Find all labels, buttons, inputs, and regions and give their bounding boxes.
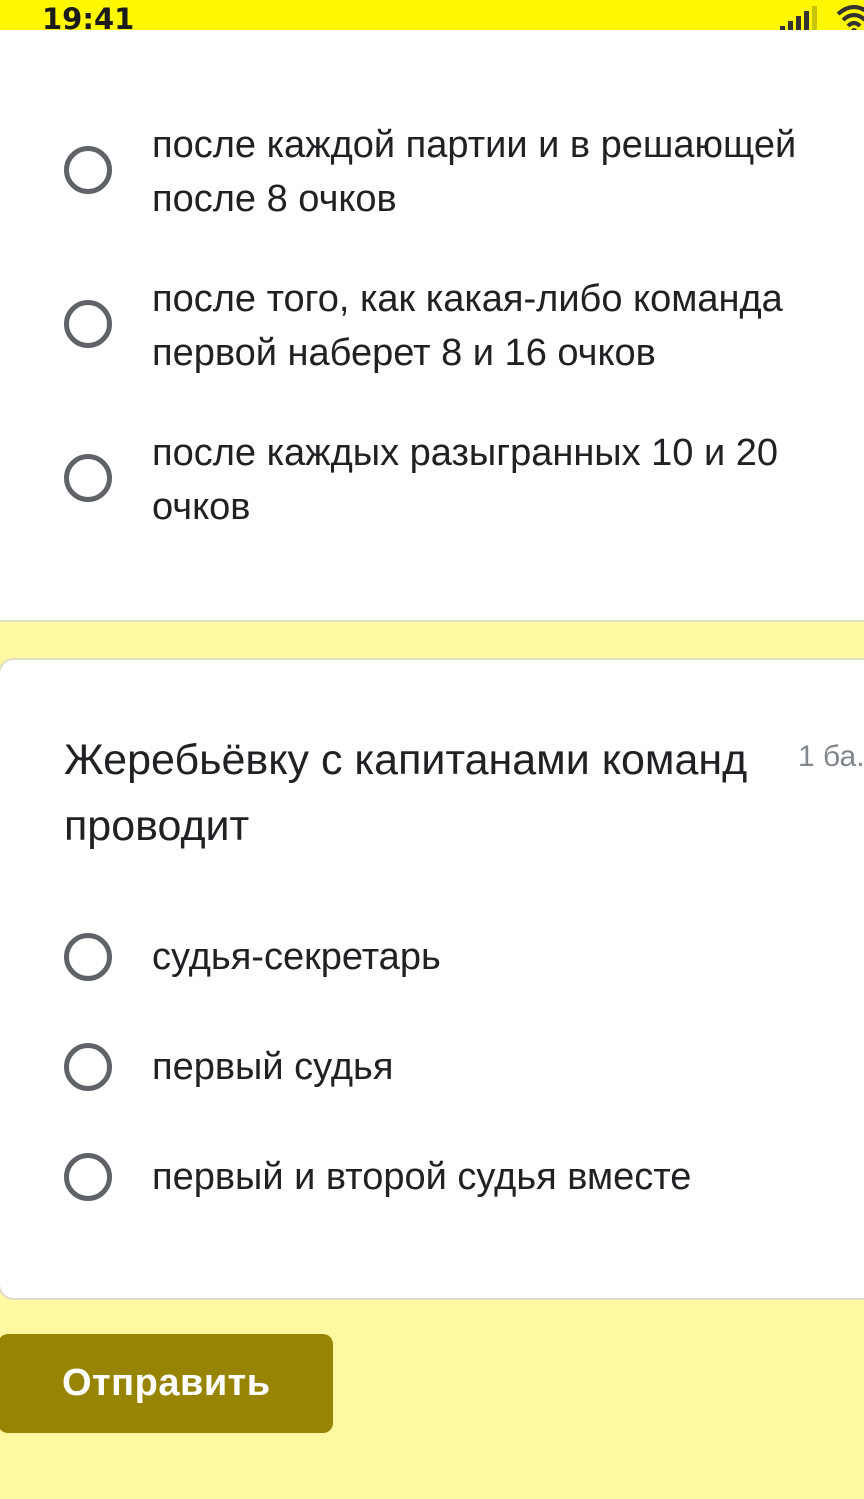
radio-button[interactable] [64, 1153, 112, 1201]
option-label: после каждых разыгранных 10 и 20 очков [152, 432, 779, 528]
radio-button[interactable] [64, 146, 112, 194]
submit-button[interactable]: Отправить [0, 1334, 333, 1433]
radio-button[interactable] [64, 454, 112, 502]
question-title: Жеребьёвку с капитанами команд проводит [64, 736, 748, 850]
signal-icon [780, 6, 817, 32]
radio-button[interactable] [64, 300, 112, 348]
option-label: после каждой партии и в решающей после 8… [152, 124, 797, 220]
radio-button[interactable] [64, 1043, 112, 1091]
option-label: судья-секретарь [152, 936, 441, 978]
option-label: первый и второй судья вместе [152, 1156, 692, 1198]
option-label: после того, как какая-либо команда перво… [152, 278, 783, 374]
points-label: 1 ба. [798, 740, 864, 773]
radio-button[interactable] [64, 933, 112, 981]
option-label: первый судья [152, 1046, 394, 1088]
